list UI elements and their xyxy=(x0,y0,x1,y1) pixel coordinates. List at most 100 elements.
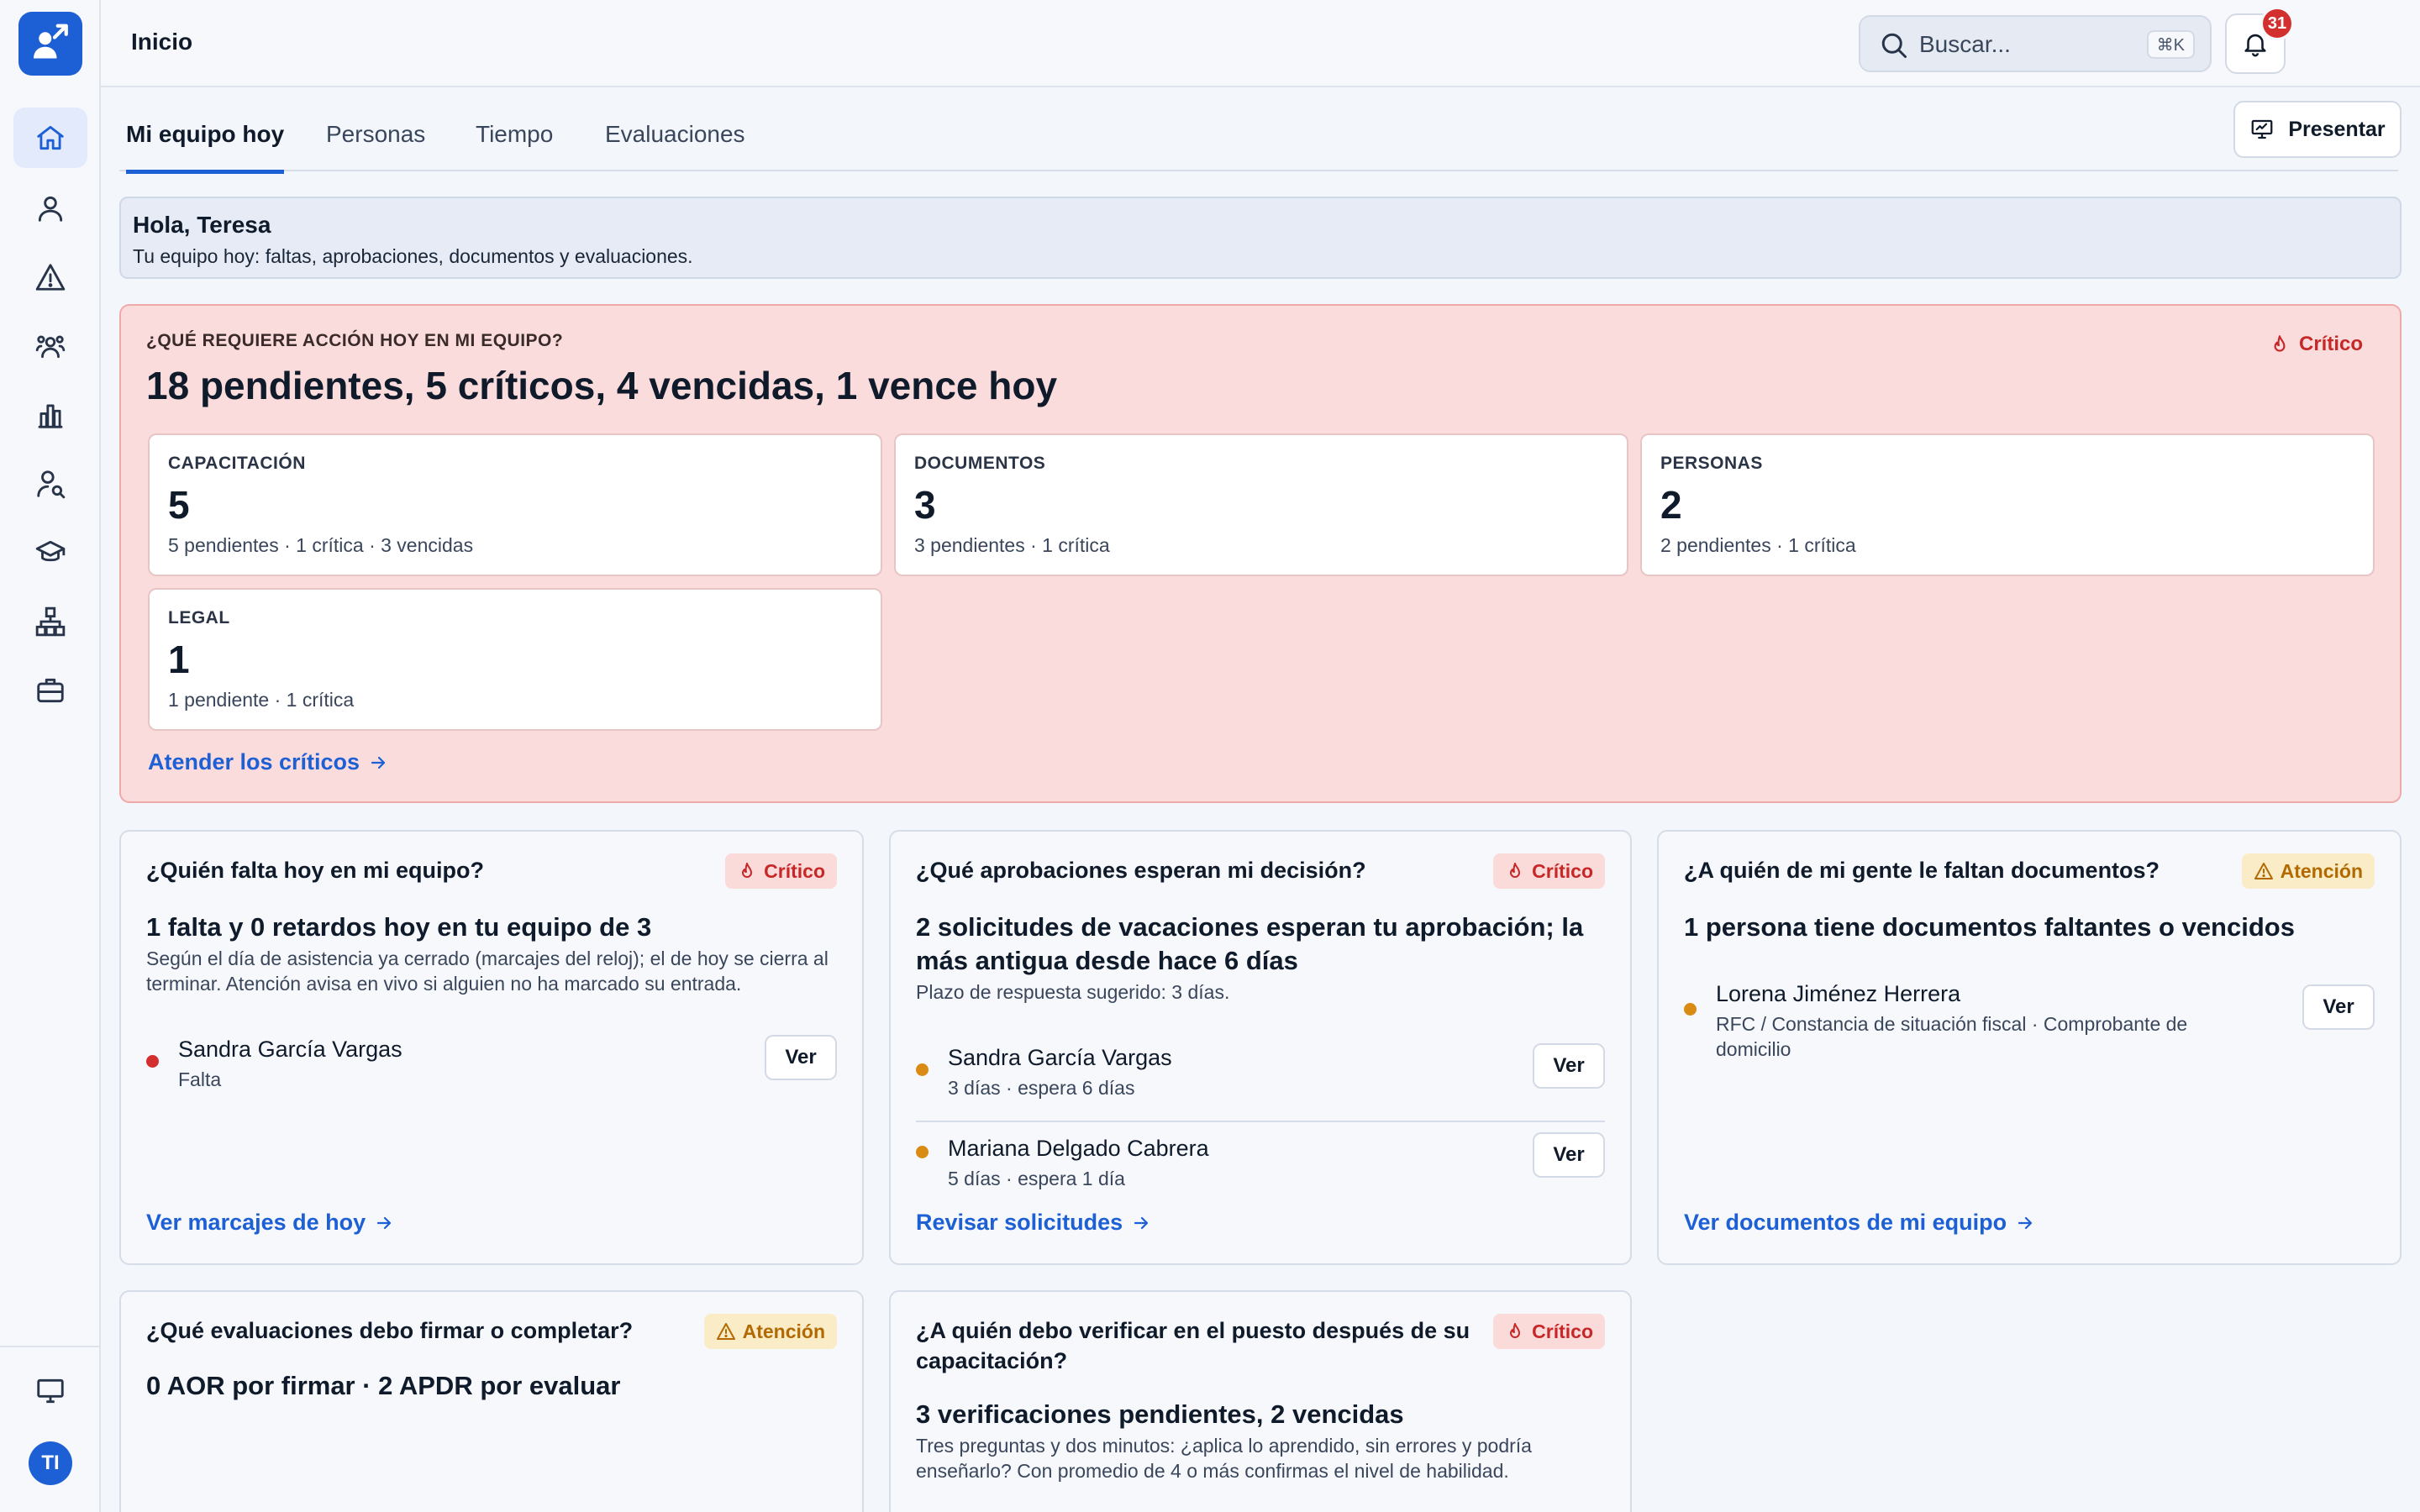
bar-chart-icon xyxy=(38,404,63,428)
link-label: Revisar solicitudes xyxy=(916,1210,1123,1235)
list-item: Mariana Delgado Cabrera 5 días · espera … xyxy=(916,1122,1605,1200)
stat-card-documentos[interactable]: DOCUMENTOS 3 3 pendientes · 1 crítica xyxy=(894,433,1628,576)
view-button[interactable]: Ver xyxy=(2302,984,2375,1030)
view-documents-link[interactable]: Ver documentos de mi equipo xyxy=(1684,1210,2035,1236)
sidebar-item-people[interactable] xyxy=(13,178,87,239)
user-avatar[interactable]: TI xyxy=(29,1441,72,1485)
stat-card-personas[interactable]: PERSONAS 2 2 pendientes · 1 crítica xyxy=(1640,433,2375,576)
card-question: ¿Qué evaluaciones debo firmar o completa… xyxy=(146,1318,634,1343)
user-search-icon xyxy=(37,470,66,499)
stat-label: CAPACITACIÓN xyxy=(168,454,306,473)
home-icon xyxy=(37,125,64,150)
request-detail: 3 días · espera 6 días xyxy=(948,1077,1135,1099)
critical-badge: Crítico xyxy=(1493,1314,1605,1349)
card-documents: ¿A quién de mi gente le faltan documento… xyxy=(1657,830,2402,1265)
critical-badge: Crítico xyxy=(1493,853,1605,889)
tab-tiempo[interactable]: Tiempo xyxy=(476,121,553,170)
notifications-badge: 31 xyxy=(2260,7,2294,40)
sidebar-item-home[interactable] xyxy=(13,108,87,168)
card-headline: 0 AOR por firmar · 2 APDR por evaluar xyxy=(146,1371,621,1400)
attend-critical-label: Atender los críticos xyxy=(148,749,360,774)
badge-label: Crítico xyxy=(1532,1320,1593,1342)
tab-evaluaciones[interactable]: Evaluaciones xyxy=(605,121,745,170)
attend-critical-link[interactable]: Atender los críticos xyxy=(148,749,388,775)
person-name: Lorena Jiménez Herrera xyxy=(1716,981,1961,1006)
graduation-cap-icon xyxy=(35,540,66,562)
org-chart-icon xyxy=(35,606,66,637)
card-text: Tres preguntas y dos minutos: ¿aplica lo… xyxy=(916,1435,1532,1482)
sidebar-item-training[interactable] xyxy=(13,522,87,583)
greeting-banner: Hola, Teresa Tu equipo hoy: faltas, apro… xyxy=(119,197,2402,279)
card-evaluations: ¿Qué evaluaciones debo firmar o completa… xyxy=(119,1290,864,1512)
view-punches-link[interactable]: Ver marcajes de hoy xyxy=(146,1210,394,1236)
critical-tag-label: Crítico xyxy=(2298,333,2363,355)
monitor-icon xyxy=(37,1378,64,1404)
search-shortcut: ⌘K xyxy=(2146,30,2195,59)
link-label: Ver documentos de mi equipo xyxy=(1684,1210,2007,1235)
present-button[interactable]: Presentar xyxy=(2233,101,2402,158)
card-headline: 1 falta y 0 retardos hoy en tu equipo de… xyxy=(146,912,652,942)
greeting-subtitle: Tu equipo hoy: faltas, aprobaciones, doc… xyxy=(133,245,693,267)
card-question: ¿A quién de mi gente le faltan documento… xyxy=(1684,858,2160,883)
stat-card-capacitacion[interactable]: CAPACITACIÓN 5 5 pendientes · 1 crítica … xyxy=(148,433,882,576)
stat-value: 5 xyxy=(168,483,190,527)
view-button[interactable]: Ver xyxy=(1533,1043,1605,1089)
search-box[interactable]: ⌘K xyxy=(1859,15,2212,72)
tab-personas[interactable]: Personas xyxy=(326,121,425,170)
critical-tag: Crítico xyxy=(2269,333,2363,356)
sidebar: TI xyxy=(0,0,101,1512)
warning-icon xyxy=(716,1323,735,1340)
flame-icon xyxy=(1510,1323,1521,1338)
sidebar-item-org[interactable] xyxy=(13,591,87,652)
flame-icon xyxy=(1510,863,1521,878)
greeting-title: Hola, Teresa xyxy=(133,212,271,238)
attention-badge: Atención xyxy=(2241,853,2375,889)
stat-card-legal[interactable]: LEGAL 1 1 pendiente · 1 crítica xyxy=(148,588,882,731)
sidebar-item-team[interactable] xyxy=(13,316,87,376)
card-approvals: ¿Qué aprobaciones esperan mi decisión? C… xyxy=(889,830,1632,1265)
sidebar-item-jobs[interactable] xyxy=(13,660,87,721)
search-input[interactable] xyxy=(1919,29,2129,60)
action-panel-eyebrow: ¿QUÉ REQUIERE ACCIÓN HOY EN MI EQUIPO? xyxy=(146,331,564,350)
list-item: Lorena Jiménez Herrera RFC / Constancia … xyxy=(1684,976,2375,1068)
card-question: ¿A quién debo verificar en el puesto des… xyxy=(916,1318,1470,1373)
sidebar-divider xyxy=(0,1346,101,1347)
view-button[interactable]: Ver xyxy=(1533,1132,1605,1178)
person-status: Falta xyxy=(178,1068,222,1090)
list-item: Sandra García Vargas 3 días · espera 6 d… xyxy=(916,1040,1605,1122)
flame-icon xyxy=(742,863,753,878)
flame-icon xyxy=(2274,335,2286,352)
card-absences: ¿Quién falta hoy en mi equipo? Crítico 1… xyxy=(119,830,864,1265)
review-requests-link[interactable]: Revisar solicitudes xyxy=(916,1210,1151,1236)
status-dot xyxy=(1684,1003,1697,1016)
stat-label: PERSONAS xyxy=(1660,454,1763,473)
stat-sub: 3 pendientes · 1 crítica xyxy=(914,534,1110,556)
card-headline: 3 verificaciones pendientes, 2 vencidas xyxy=(916,1399,1404,1429)
search-icon xyxy=(1881,33,1907,58)
briefcase-icon xyxy=(37,678,64,703)
list-item: Sandra García Vargas Falta Ver xyxy=(146,1032,837,1109)
sidebar-item-alerts[interactable] xyxy=(13,247,87,307)
sidebar-item-display[interactable] xyxy=(13,1361,87,1421)
stat-label: LEGAL xyxy=(168,608,230,627)
presentation-icon xyxy=(2251,119,2273,139)
card-headline: 2 solicitudes de vacaciones esperan tu a… xyxy=(916,912,1584,975)
badge-label: Crítico xyxy=(764,859,825,882)
stat-value: 3 xyxy=(914,483,936,527)
view-button[interactable]: Ver xyxy=(765,1035,837,1080)
stat-sub: 5 pendientes · 1 crítica · 3 vencidas xyxy=(168,534,474,556)
app-logo[interactable] xyxy=(18,12,82,76)
arrow-right-icon xyxy=(371,756,386,769)
action-panel: ¿QUÉ REQUIERE ACCIÓN HOY EN MI EQUIPO? 1… xyxy=(119,304,2402,803)
card-question: ¿Qué aprobaciones esperan mi decisión? xyxy=(916,858,1366,883)
sidebar-item-reports[interactable] xyxy=(13,385,87,445)
stat-value: 2 xyxy=(1660,483,1682,527)
card-text: Plazo de respuesta sugerido: 3 días. xyxy=(916,981,1230,1003)
status-dot xyxy=(146,1055,159,1068)
sidebar-item-recruiting[interactable] xyxy=(13,454,87,514)
arrow-right-icon xyxy=(1134,1216,1149,1229)
person-icon xyxy=(38,196,63,222)
tab-mi-equipo-hoy[interactable]: Mi equipo hoy xyxy=(126,121,285,174)
person-name: Sandra García Vargas xyxy=(178,1037,402,1062)
arrow-right-icon xyxy=(377,1216,392,1229)
